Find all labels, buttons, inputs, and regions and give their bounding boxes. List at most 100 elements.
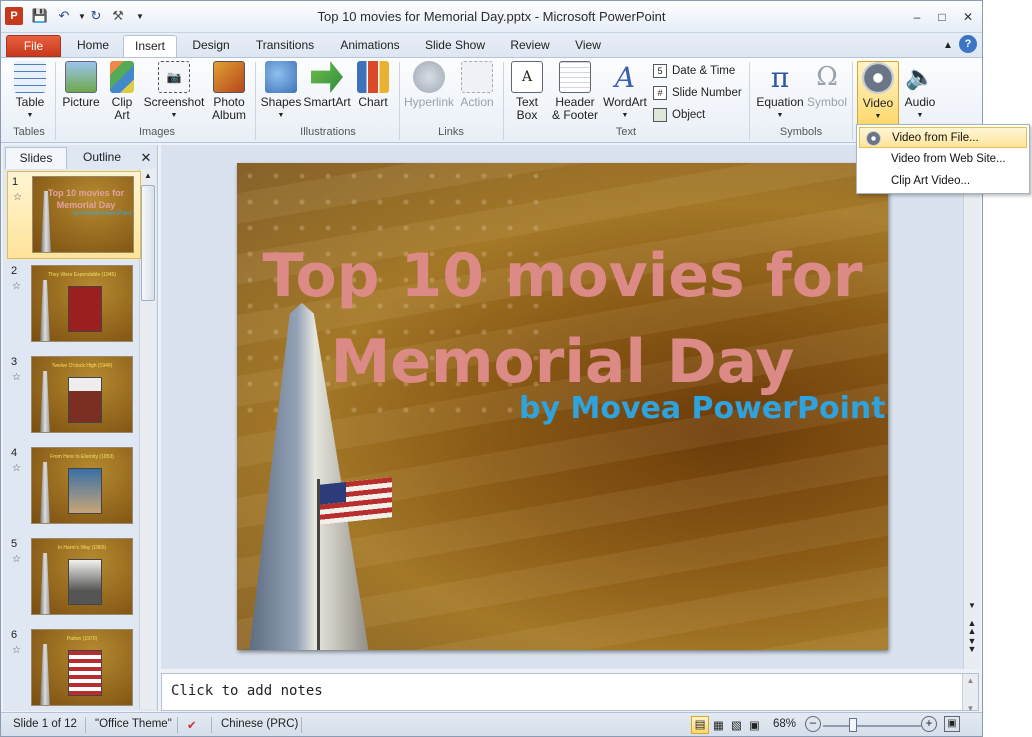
chart-button[interactable]: Chart: [353, 61, 393, 109]
zoom-slider[interactable]: [823, 725, 921, 727]
help-icon[interactable]: ?: [959, 35, 977, 53]
audio-button[interactable]: 🔈 Audio ▼: [901, 61, 939, 122]
screenshot-button[interactable]: 📷 Screenshot ▼: [143, 61, 205, 122]
object-button[interactable]: Object: [653, 106, 705, 124]
slide-canvas[interactable]: Top 10 movies for Memorial Day by Movea …: [237, 163, 888, 650]
slides-scrollbar[interactable]: ▲: [139, 169, 156, 709]
tab-file[interactable]: File: [6, 35, 61, 57]
menu-item-video-from-file[interactable]: Video from File...: [859, 127, 1027, 148]
hyperlink-button[interactable]: Hyperlink: [403, 61, 455, 109]
group-tables: Tables: [13, 126, 45, 138]
restore-button[interactable]: □: [931, 7, 953, 27]
scroll-thumb[interactable]: [141, 185, 155, 301]
tab-insert[interactable]: Insert: [123, 35, 177, 57]
text-box-button[interactable]: A Text Box: [507, 61, 547, 122]
window-title: Top 10 movies for Memorial Day.pptx - Mi…: [317, 9, 666, 24]
zoom-slider-thumb[interactable]: [849, 718, 857, 732]
minimize-button[interactable]: –: [906, 7, 928, 27]
menu-item-video-from-web-site[interactable]: Video from Web Site...: [859, 149, 1027, 170]
animation-star-icon: ☆: [12, 463, 21, 474]
thumbnail-slide-1[interactable]: 1 ☆ Top 10 movies for Memorial Day by Mov…: [7, 171, 141, 259]
normal-view-icon[interactable]: ▤: [691, 716, 709, 734]
tab-review[interactable]: Review: [501, 35, 559, 57]
next-slide-icon[interactable]: ▼ ▼: [964, 637, 980, 654]
spelling-check-icon[interactable]: ✔: [187, 718, 197, 732]
action-icon: [461, 61, 493, 93]
header-footer-button[interactable]: Header & Footer: [551, 61, 599, 122]
globe-icon: [413, 61, 445, 93]
zoom-out-icon[interactable]: –: [805, 716, 821, 732]
zoom-level[interactable]: 68%: [773, 718, 796, 730]
animation-star-icon: ☆: [12, 372, 21, 383]
poster-image: [68, 468, 102, 514]
slide-counter: Slide 1 of 12: [13, 718, 77, 730]
symbol-button[interactable]: Ω Symbol: [807, 61, 847, 109]
tab-outline[interactable]: Outline: [69, 147, 135, 169]
close-pane-icon[interactable]: ✕: [137, 147, 155, 169]
thumbnail-slide-3[interactable]: 3 ☆ Twelve O'clock High (1949): [7, 352, 141, 440]
tab-view[interactable]: View: [565, 35, 611, 57]
table-button[interactable]: Table ▼: [9, 61, 51, 122]
fit-to-window-icon[interactable]: ▣: [944, 716, 960, 732]
title-bar: P 💾 ↶ ▼ ↻ ⚒ ▼ Top 10 movies for Memorial…: [1, 1, 982, 33]
photo-album-icon: [213, 61, 245, 93]
clip-art-button[interactable]: Clip Art: [107, 61, 137, 122]
slide-subtitle[interactable]: by Movea PowerPoint: [519, 391, 886, 426]
previous-slide-icon[interactable]: ▲ ▲: [964, 619, 980, 636]
thumbnail-slide-6[interactable]: 6 ☆ Patton (1970): [7, 625, 141, 713]
group-text: Text: [615, 126, 637, 138]
group-illustrations: Illustrations: [300, 126, 356, 138]
scroll-up-icon[interactable]: ▲: [140, 169, 156, 183]
photo-album-button[interactable]: Photo Album: [207, 61, 251, 122]
object-icon: [653, 108, 667, 122]
thumbnail-slide-5[interactable]: 5 ☆ In Harm's Way (1965): [7, 534, 141, 622]
theme-name[interactable]: "Office Theme": [95, 718, 172, 730]
wordart-button[interactable]: A WordArt ▼: [601, 61, 649, 122]
date-time-button[interactable]: 5 Date & Time: [653, 62, 735, 80]
powerpoint-window: P 💾 ↶ ▼ ↻ ⚒ ▼ Top 10 movies for Memorial…: [0, 0, 983, 737]
picture-button[interactable]: Picture: [59, 61, 103, 109]
action-button[interactable]: Action: [457, 61, 497, 109]
pi-icon: π: [770, 60, 790, 94]
thumbnail-slide-2[interactable]: 2 ☆ They Were Expendable (1945): [7, 261, 141, 349]
shapes-button[interactable]: Shapes ▼: [259, 61, 303, 122]
ribbon-insert: Table ▼ Picture Clip Art 📷 Screenshot ▼ Ph…: [1, 57, 982, 143]
minimize-ribbon-icon[interactable]: ▲: [939, 36, 957, 54]
tab-slide-show[interactable]: Slide Show: [417, 35, 493, 57]
tab-home[interactable]: Home: [69, 35, 117, 57]
tab-animations[interactable]: Animations: [331, 35, 409, 57]
tab-slides[interactable]: Slides: [5, 147, 67, 169]
thumbnail-slide-4[interactable]: 4 ☆ From Here to Eternity (1953): [7, 443, 141, 531]
animation-star-icon: ☆: [12, 281, 21, 292]
slides-pane: Slides Outline ✕ ▲ 1 ☆ Top 10 movies for …: [3, 145, 158, 711]
menu-item-clip-art-video[interactable]: Clip Art Video...: [859, 171, 1027, 192]
tab-transitions[interactable]: Transitions: [247, 35, 323, 57]
video-button[interactable]: Video ▼: [857, 61, 899, 127]
table-icon: [14, 61, 46, 93]
zoom-in-icon[interactable]: +: [921, 716, 937, 732]
smartart-icon: [311, 61, 343, 93]
slide-title[interactable]: Top 10 movies for Memorial Day: [237, 233, 888, 405]
editor-scrollbar[interactable]: ▼ ▲ ▲ ▼ ▼: [963, 145, 980, 669]
scroll-down-icon[interactable]: ▼: [964, 601, 980, 613]
slide-sorter-icon[interactable]: ▦: [713, 718, 724, 732]
status-bar: Slide 1 of 12 "Office Theme" ✔ Chinese (…: [1, 712, 982, 736]
reading-view-icon[interactable]: ▧: [731, 718, 742, 732]
smartart-button[interactable]: SmartArt: [303, 61, 351, 109]
group-images: Images: [138, 126, 176, 138]
group-symbols: Symbols: [779, 126, 823, 138]
film-reel-icon: [862, 62, 894, 94]
slide-number-button[interactable]: # Slide Number: [653, 84, 742, 102]
poster-image: [68, 377, 102, 423]
equation-button[interactable]: π Equation ▼: [753, 61, 807, 122]
tab-design[interactable]: Design: [183, 35, 239, 57]
close-button[interactable]: ✕: [957, 7, 979, 27]
language-indicator[interactable]: Chinese (PRC): [221, 718, 298, 730]
notes-placeholder: Click to add notes: [171, 683, 323, 699]
video-dropdown-menu: Video from File... Video from Web Site..…: [856, 124, 1030, 194]
notes-pane[interactable]: Click to add notes ▲ ▼: [161, 673, 979, 713]
notes-scrollbar[interactable]: ▲ ▼: [962, 674, 978, 713]
slide-show-icon[interactable]: ▣: [749, 718, 760, 732]
shapes-icon: [265, 61, 297, 93]
american-flag-image: [320, 477, 392, 525]
